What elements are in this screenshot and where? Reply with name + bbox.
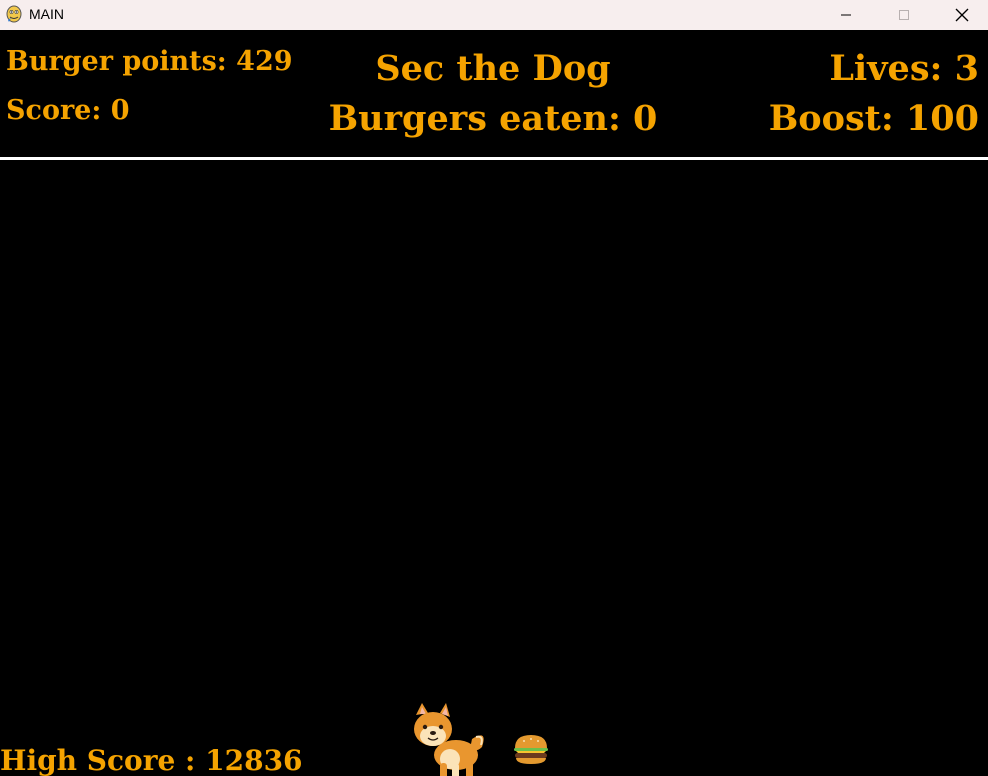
maximize-icon: [899, 10, 909, 20]
score-counter: Score: 0: [6, 95, 130, 126]
close-icon: [955, 8, 969, 22]
game-title: Sec the Dog: [375, 48, 611, 89]
burgers-eaten-counter: Burgers eaten: 0: [328, 98, 658, 139]
maximize-button[interactable]: [875, 0, 933, 30]
window-title: MAIN: [29, 6, 64, 22]
lives-counter: Lives: 3: [829, 48, 979, 89]
title-bar[interactable]: MAIN: [0, 0, 988, 30]
game-window: MAIN Burger points: 429 Score: 0 Sec the…: [0, 0, 988, 776]
pygame-snake-icon: [6, 5, 22, 23]
hud-divider: [0, 157, 988, 160]
burger-points-counter: Burger points: 429: [6, 46, 293, 77]
shiba-dog-sprite: [414, 703, 484, 776]
close-button[interactable]: [933, 0, 988, 30]
minimize-icon: [841, 14, 851, 16]
burger-sprite: [514, 735, 548, 764]
high-score: High Score : 12836: [0, 744, 303, 776]
minimize-button[interactable]: [817, 0, 875, 30]
boost-counter: Boost: 100: [768, 98, 979, 139]
game-canvas[interactable]: Burger points: 429 Score: 0 Sec the Dog …: [0, 33, 988, 776]
